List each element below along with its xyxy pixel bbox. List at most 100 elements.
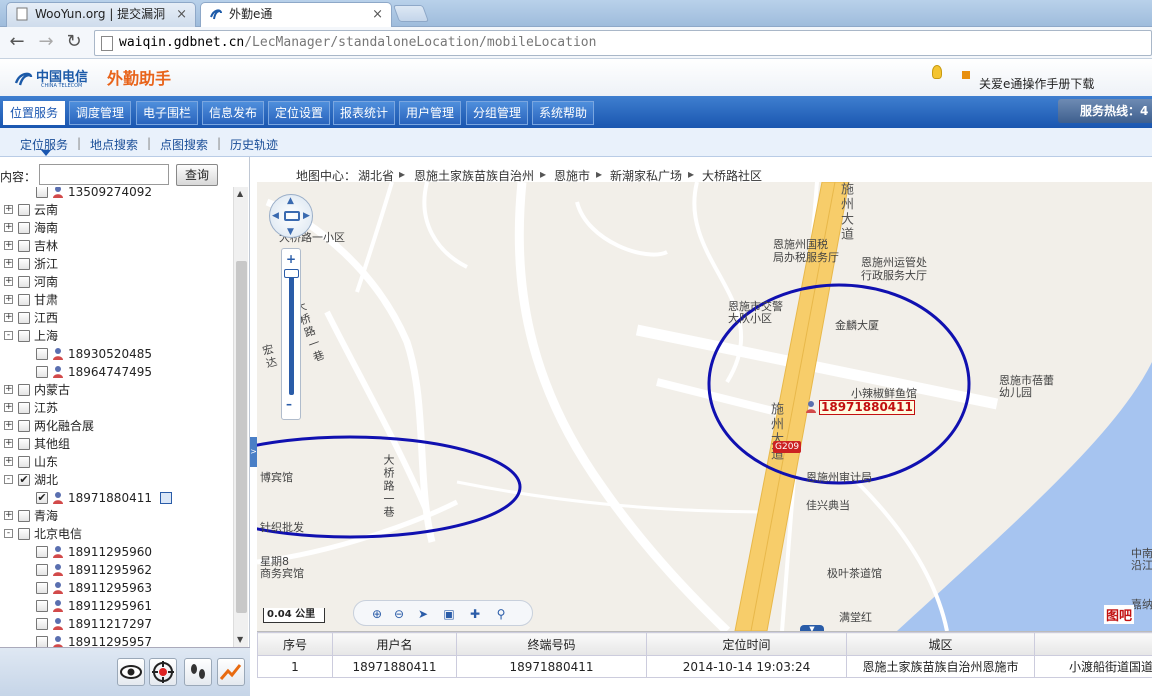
expand-icon[interactable]: + bbox=[4, 241, 13, 250]
tree-device-node[interactable]: 18911295957 bbox=[0, 633, 232, 647]
search-button[interactable]: 查询 bbox=[176, 164, 218, 186]
expand-icon[interactable]: + bbox=[4, 439, 13, 448]
tree-checkbox[interactable] bbox=[18, 258, 30, 270]
expand-icon[interactable]: + bbox=[4, 511, 13, 520]
tree-group-node[interactable]: + 云南 bbox=[0, 201, 232, 219]
tree-group-node[interactable]: + 甘肃 bbox=[0, 291, 232, 309]
back-icon[interactable]: ← bbox=[6, 31, 28, 53]
col-header-index[interactable]: 序号 bbox=[257, 632, 333, 656]
tree-checkbox[interactable] bbox=[18, 456, 30, 468]
col-header-extra[interactable] bbox=[1034, 632, 1152, 656]
tree-group-node[interactable]: + 江苏 bbox=[0, 399, 232, 417]
tab-system-help[interactable]: 系统帮助 bbox=[532, 101, 595, 125]
map-canvas[interactable]: 施州大道 施州大道 大桥路一巷 大桥路一巷 宏达 大桥路一小区 恩施州国税 局办… bbox=[257, 182, 1152, 631]
eye-icon[interactable] bbox=[117, 658, 145, 686]
tree-checkbox[interactable]: ✔ bbox=[36, 492, 48, 504]
expand-icon[interactable]: + bbox=[4, 223, 13, 232]
tree-group-node[interactable]: + 河南 bbox=[0, 273, 232, 291]
expand-icon[interactable]: + bbox=[4, 259, 13, 268]
tab-user-management[interactable]: 用户管理 bbox=[399, 101, 462, 125]
expand-icon[interactable]: + bbox=[4, 313, 13, 322]
trend-icon[interactable] bbox=[217, 658, 245, 686]
tab-location-service[interactable]: 位置服务 bbox=[3, 101, 66, 125]
collapse-icon[interactable]: - bbox=[4, 331, 13, 340]
tree-group-node[interactable]: + 青海 bbox=[0, 507, 232, 525]
tree-checkbox[interactable] bbox=[18, 312, 30, 324]
tree-group-node[interactable]: + 江西 bbox=[0, 309, 232, 327]
tree-checkbox[interactable] bbox=[18, 402, 30, 414]
tree-checkbox[interactable] bbox=[36, 187, 48, 198]
tree-checkbox[interactable] bbox=[18, 276, 30, 288]
pan-tool-icon[interactable]: ➤ bbox=[414, 605, 432, 623]
target-icon[interactable] bbox=[149, 658, 177, 686]
pan-center-icon[interactable] bbox=[284, 211, 300, 221]
add-pin-icon[interactable]: ✚ bbox=[466, 605, 484, 623]
pan-down-icon[interactable]: ▼ bbox=[287, 227, 294, 237]
tree-checkbox[interactable] bbox=[36, 546, 48, 558]
expand-icon[interactable]: + bbox=[4, 277, 13, 286]
calendar-icon[interactable] bbox=[160, 492, 172, 504]
new-tab-button[interactable] bbox=[392, 5, 430, 22]
camera-icon[interactable]: ▣ bbox=[440, 605, 458, 623]
tree-checkbox[interactable] bbox=[36, 582, 48, 594]
tree-device-node[interactable]: 18964747495 bbox=[0, 363, 232, 381]
scroll-up-icon[interactable]: ▲ bbox=[237, 189, 243, 198]
tree-group-node[interactable]: - ✔ 湖北 bbox=[0, 471, 232, 489]
expand-icon[interactable]: + bbox=[4, 403, 13, 412]
tree-group-node[interactable]: + 山东 bbox=[0, 453, 232, 471]
tree-device-node[interactable]: 18911295961 bbox=[0, 597, 232, 615]
col-header-time[interactable]: 定位时间 bbox=[646, 632, 847, 656]
pan-right-icon[interactable]: ▶ bbox=[303, 211, 310, 221]
tree-checkbox[interactable] bbox=[18, 294, 30, 306]
tree-checkbox[interactable] bbox=[36, 600, 48, 612]
collapse-icon[interactable]: - bbox=[4, 475, 13, 484]
browser-tab-waiqin[interactable]: 外勤e通 × bbox=[200, 2, 392, 28]
tree-group-node[interactable]: + 两化融合展 bbox=[0, 417, 232, 435]
tree-checkbox[interactable] bbox=[18, 510, 30, 522]
tab-geofence[interactable]: 电子围栏 bbox=[136, 101, 199, 125]
subnav-map-point-search[interactable]: 点图搜索 bbox=[160, 136, 208, 153]
expand-icon[interactable]: + bbox=[4, 385, 13, 394]
tab-group-management[interactable]: 分组管理 bbox=[466, 101, 529, 125]
person-marker-icon[interactable] bbox=[805, 400, 817, 414]
tree-checkbox[interactable] bbox=[36, 348, 48, 360]
tree-checkbox[interactable] bbox=[36, 564, 48, 576]
tree-scrollbar[interactable]: ▲ ▼ bbox=[233, 187, 248, 647]
tree-checkbox[interactable] bbox=[18, 528, 30, 540]
tree-device-node[interactable]: 18911295963 bbox=[0, 579, 232, 597]
expand-icon[interactable]: + bbox=[4, 421, 13, 430]
tree-group-node[interactable]: + 浙江 bbox=[0, 255, 232, 273]
tree-checkbox[interactable] bbox=[36, 366, 48, 378]
expand-icon[interactable]: + bbox=[4, 457, 13, 466]
tree-checkbox[interactable] bbox=[36, 636, 48, 647]
tree-checkbox[interactable] bbox=[36, 618, 48, 630]
zoom-slider[interactable]: + – bbox=[281, 248, 301, 420]
pin-icon[interactable]: ⚲ bbox=[492, 605, 510, 623]
tree-checkbox[interactable] bbox=[18, 420, 30, 432]
reload-icon[interactable]: ↻ bbox=[63, 31, 85, 53]
expand-icon[interactable]: + bbox=[4, 295, 13, 304]
tree-device-node[interactable]: ✔ 18971880411 bbox=[0, 489, 232, 507]
tree-checkbox[interactable]: ✔ bbox=[18, 474, 30, 486]
search-input[interactable] bbox=[39, 164, 169, 185]
zoom-track[interactable] bbox=[289, 273, 294, 395]
device-marker-label[interactable]: 18971880411 bbox=[819, 400, 915, 415]
tree-group-node[interactable]: + 其他组 bbox=[0, 435, 232, 453]
zoom-knob[interactable] bbox=[284, 269, 299, 278]
tree-device-node[interactable]: 18911295962 bbox=[0, 561, 232, 579]
tree-checkbox[interactable] bbox=[18, 222, 30, 234]
forward-icon[interactable]: → bbox=[35, 31, 57, 53]
zoom-in-tool-icon[interactable]: ⊕ bbox=[368, 605, 386, 623]
tab-info-publish[interactable]: 信息发布 bbox=[202, 101, 265, 125]
tree-checkbox[interactable] bbox=[18, 330, 30, 342]
zoom-out-tool-icon[interactable]: ⊖ bbox=[390, 605, 408, 623]
table-row[interactable]: 1 18971880411 18971880411 2014-10-14 19:… bbox=[257, 655, 1152, 678]
tree-checkbox[interactable] bbox=[18, 438, 30, 450]
col-header-terminal[interactable]: 终端号码 bbox=[456, 632, 647, 656]
zoom-out-icon[interactable]: – bbox=[286, 397, 292, 411]
tree-group-node[interactable]: - 北京电信 bbox=[0, 525, 232, 543]
manual-download-link[interactable]: 关爱e通操作手册下载 bbox=[979, 75, 1094, 92]
zoom-in-icon[interactable]: + bbox=[286, 252, 296, 266]
tree-device-node[interactable]: 13509274092 bbox=[0, 187, 232, 201]
subnav-history-track[interactable]: 历史轨迹 bbox=[230, 136, 278, 153]
